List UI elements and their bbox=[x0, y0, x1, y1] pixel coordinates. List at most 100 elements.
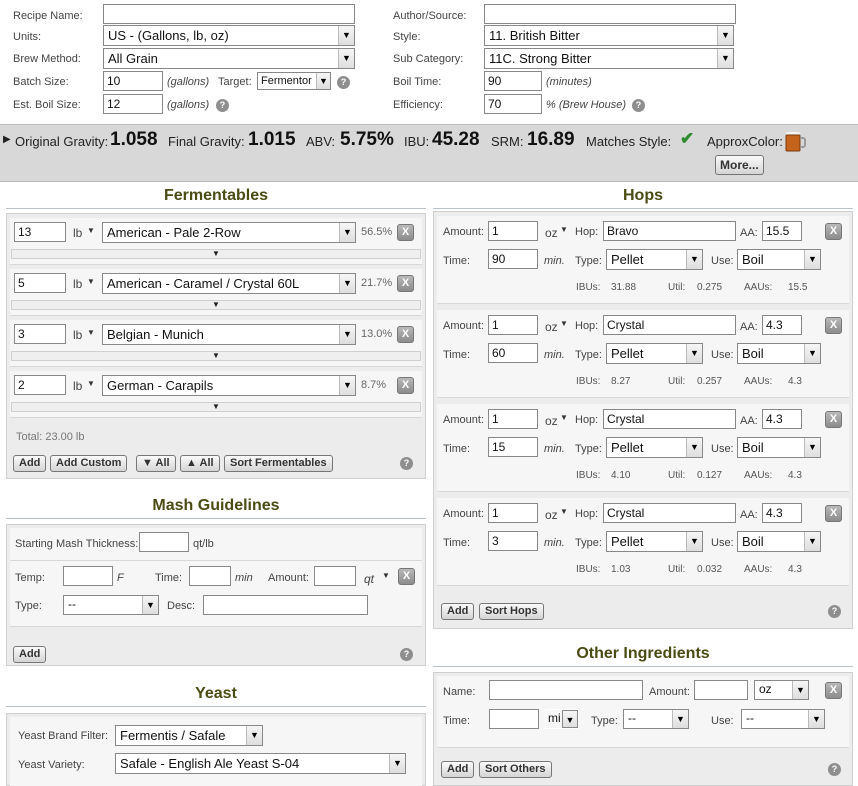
efficiency-input[interactable]: 70 bbox=[484, 94, 542, 114]
add-custom-button[interactable]: Add Custom bbox=[50, 455, 128, 472]
chevron-down-icon[interactable]: ▼ bbox=[560, 319, 568, 328]
boil-time-input[interactable]: 90 bbox=[484, 71, 542, 91]
remove-fermentable-button[interactable]: X bbox=[397, 377, 414, 394]
other-use-select[interactable]: -- ▼ bbox=[741, 709, 825, 729]
other-time-input[interactable] bbox=[489, 709, 539, 729]
hop-unit-select[interactable]: oz bbox=[545, 414, 558, 428]
fermentable-name-select[interactable]: American - Caramel / Crystal 60L ▼ bbox=[102, 273, 356, 294]
mash-amount-unit[interactable]: qt bbox=[364, 572, 374, 586]
fermentable-unit-select[interactable]: lb bbox=[73, 226, 82, 240]
fermentable-unit-select[interactable]: lb bbox=[73, 328, 82, 342]
hop-name-input[interactable]: Crystal bbox=[603, 503, 736, 523]
hop-aa-input[interactable]: 15.5 bbox=[762, 221, 802, 241]
other-type-select[interactable]: -- ▼ bbox=[623, 709, 689, 729]
help-icon[interactable]: ? bbox=[216, 99, 229, 112]
expand-details-handle[interactable]: ▼ bbox=[11, 402, 421, 412]
hop-name-input[interactable]: Crystal bbox=[603, 409, 736, 429]
fermentable-unit-select[interactable]: lb bbox=[73, 277, 82, 291]
hop-aa-input[interactable]: 4.3 bbox=[762, 409, 802, 429]
recipe-name-input[interactable] bbox=[103, 4, 355, 24]
fermentable-amount-input[interactable]: 5 bbox=[14, 273, 66, 293]
expand-all-button[interactable]: ▼ All bbox=[136, 455, 176, 472]
chevron-down-icon[interactable]: ▼ bbox=[560, 507, 568, 516]
hop-name-input[interactable]: Bravo bbox=[603, 221, 736, 241]
hop-amount-input[interactable]: 1 bbox=[488, 409, 538, 429]
add-other-ingredient-button[interactable]: Add bbox=[441, 761, 475, 778]
hop-amount-input[interactable]: 1 bbox=[488, 221, 538, 241]
chevron-down-icon[interactable]: ▼ bbox=[560, 413, 568, 422]
expand-details-handle[interactable]: ▼ bbox=[11, 351, 421, 361]
fermentable-amount-input[interactable]: 2 bbox=[14, 375, 66, 395]
fermentable-name-select[interactable]: German - Carapils ▼ bbox=[102, 375, 356, 396]
mash-temp-input[interactable] bbox=[63, 566, 113, 586]
target-select[interactable]: Fermentor ▼ bbox=[257, 72, 331, 90]
chevron-down-icon[interactable]: ▼ bbox=[382, 571, 390, 580]
remove-fermentable-button[interactable]: X bbox=[397, 275, 414, 292]
hop-unit-select[interactable]: oz bbox=[545, 320, 558, 334]
mash-time-input[interactable] bbox=[189, 566, 231, 586]
mash-type-select[interactable]: -- ▼ bbox=[63, 595, 159, 615]
collapse-all-button[interactable]: ▲ All bbox=[180, 455, 220, 472]
style-select[interactable]: 11. British Bitter ▼ bbox=[484, 25, 734, 46]
hop-unit-select[interactable]: oz bbox=[545, 508, 558, 522]
fermentable-name-select[interactable]: Belgian - Munich ▼ bbox=[102, 324, 356, 345]
help-icon[interactable]: ? bbox=[337, 76, 350, 89]
other-time-unit-select[interactable]: mi ▼ bbox=[545, 709, 579, 729]
sort-fermentables-button[interactable]: Sort Fermentables bbox=[224, 455, 333, 472]
hop-amount-input[interactable]: 1 bbox=[488, 503, 538, 523]
hop-type-select[interactable]: Pellet ▼ bbox=[606, 343, 703, 364]
other-name-input[interactable] bbox=[489, 680, 643, 700]
brew-method-select[interactable]: All Grain ▼ bbox=[103, 48, 355, 69]
help-icon[interactable]: ? bbox=[400, 457, 413, 470]
chevron-down-icon[interactable]: ▼ bbox=[87, 379, 95, 388]
hop-use-select[interactable]: Boil ▼ bbox=[737, 343, 821, 364]
add-mash-step-button[interactable]: Add bbox=[13, 646, 47, 663]
hop-time-input[interactable]: 60 bbox=[488, 343, 538, 363]
hop-use-select[interactable]: Boil ▼ bbox=[737, 531, 821, 552]
more-button[interactable]: More... bbox=[715, 155, 764, 175]
hop-time-input[interactable]: 15 bbox=[488, 437, 538, 457]
help-icon[interactable]: ? bbox=[828, 605, 841, 618]
chevron-down-icon[interactable]: ▼ bbox=[87, 226, 95, 235]
mash-amount-input[interactable] bbox=[314, 566, 356, 586]
help-icon[interactable]: ? bbox=[632, 99, 645, 112]
hop-use-select[interactable]: Boil ▼ bbox=[737, 249, 821, 270]
batch-size-input[interactable]: 10 bbox=[103, 71, 163, 91]
hop-amount-input[interactable]: 1 bbox=[488, 315, 538, 335]
yeast-brand-select[interactable]: Fermentis / Safale ▼ bbox=[115, 725, 263, 746]
hop-use-select[interactable]: Boil ▼ bbox=[737, 437, 821, 458]
remove-other-ingredient-button[interactable]: X bbox=[825, 682, 842, 699]
expand-details-handle[interactable]: ▼ bbox=[11, 249, 421, 259]
chevron-down-icon[interactable]: ▼ bbox=[87, 328, 95, 337]
hop-aa-input[interactable]: 4.3 bbox=[762, 503, 802, 523]
remove-fermentable-button[interactable]: X bbox=[397, 326, 414, 343]
mash-thickness-input[interactable] bbox=[139, 532, 189, 552]
hop-type-select[interactable]: Pellet ▼ bbox=[606, 437, 703, 458]
hop-aa-input[interactable]: 4.3 bbox=[762, 315, 802, 335]
remove-mash-step-button[interactable]: X bbox=[398, 568, 415, 585]
hop-time-input[interactable]: 3 bbox=[488, 531, 538, 551]
help-icon[interactable]: ? bbox=[828, 763, 841, 776]
other-amount-unit-select[interactable]: oz ▼ bbox=[754, 680, 809, 700]
yeast-variety-select[interactable]: Safale - English Ale Yeast S-04 ▼ bbox=[115, 753, 406, 774]
expand-triangle-icon[interactable]: ▶ bbox=[3, 134, 11, 145]
hop-unit-select[interactable]: oz bbox=[545, 226, 558, 240]
fermentable-unit-select[interactable]: lb bbox=[73, 379, 82, 393]
hop-name-input[interactable]: Crystal bbox=[603, 315, 736, 335]
expand-details-handle[interactable]: ▼ bbox=[11, 300, 421, 310]
mash-desc-input[interactable] bbox=[203, 595, 368, 615]
remove-hop-button[interactable]: X bbox=[825, 505, 842, 522]
sort-others-button[interactable]: Sort Others bbox=[479, 761, 552, 778]
units-select[interactable]: US - (Gallons, lb, oz) ▼ bbox=[103, 25, 355, 46]
remove-hop-button[interactable]: X bbox=[825, 411, 842, 428]
sort-hops-button[interactable]: Sort Hops bbox=[479, 603, 544, 620]
author-input[interactable] bbox=[484, 4, 736, 24]
remove-fermentable-button[interactable]: X bbox=[397, 224, 414, 241]
fermentable-amount-input[interactable]: 3 bbox=[14, 324, 66, 344]
add-hop-button[interactable]: Add bbox=[441, 603, 475, 620]
boil-size-input[interactable]: 12 bbox=[103, 94, 163, 114]
other-amount-input[interactable] bbox=[694, 680, 748, 700]
hop-time-input[interactable]: 90 bbox=[488, 249, 538, 269]
subcategory-select[interactable]: 11C. Strong Bitter ▼ bbox=[484, 48, 734, 69]
chevron-down-icon[interactable]: ▼ bbox=[87, 277, 95, 286]
